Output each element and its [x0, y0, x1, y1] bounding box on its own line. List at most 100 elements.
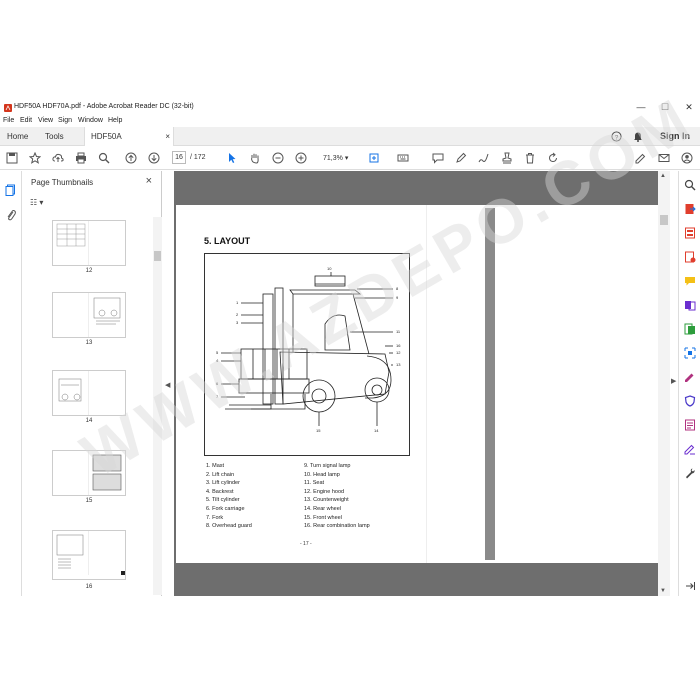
thumbnail-list: 12 13 14 15 16 [22, 217, 154, 595]
legend-item: 7. Fork [206, 514, 224, 521]
callout-8: 8 [396, 286, 399, 291]
legend-item: 5. Tilt cylinder [206, 497, 240, 504]
menu-view[interactable]: View [38, 117, 53, 124]
callout-13: 13 [396, 362, 401, 367]
highlight-pen-icon[interactable] [454, 151, 468, 165]
zoom-in-icon[interactable] [294, 151, 308, 165]
organize-pages-icon[interactable] [684, 322, 696, 335]
protect-shield-icon[interactable] [684, 394, 696, 407]
legend-item: 1. Mast [206, 463, 225, 469]
expand-pane-icon[interactable] [684, 579, 696, 591]
forklift-drawing [221, 272, 393, 426]
share-email-icon[interactable] [657, 151, 671, 165]
legend-item: 16. Rear combination lamp [304, 523, 370, 530]
export-pdf-icon[interactable] [684, 202, 696, 214]
document-scrollbar-thumb[interactable] [660, 215, 668, 225]
save-icon[interactable] [5, 151, 19, 165]
hand-tool-icon[interactable] [248, 151, 262, 165]
tab-home[interactable]: Home [7, 127, 28, 146]
thumbnail-left-half [53, 451, 89, 495]
draw-free-form-icon[interactable] [477, 151, 491, 165]
share-user-icon[interactable] [680, 151, 694, 165]
callout-14: 14 [374, 428, 379, 433]
thumbnail-page[interactable] [52, 450, 126, 496]
thumbnail-label: 14 [85, 418, 93, 424]
thumbnail-label: 12 [85, 268, 93, 274]
comment-tool-icon[interactable] [684, 274, 696, 286]
rotate-icon[interactable] [546, 151, 560, 165]
zoom-out-icon[interactable] [271, 151, 285, 165]
find-search-icon[interactable] [97, 151, 111, 165]
stamp-icon[interactable] [500, 151, 514, 165]
callout-12: 12 [396, 350, 401, 355]
maximize-button[interactable]: ☐ [658, 102, 672, 113]
search-tool-icon[interactable] [684, 178, 696, 191]
minimize-button[interactable]: — [634, 102, 648, 112]
callout-5: 5 [216, 350, 219, 355]
attachments-paperclip-icon[interactable] [5, 208, 17, 221]
tab-close-icon[interactable]: × [165, 127, 170, 146]
thumbnail-scrollbar-thumb[interactable] [154, 251, 161, 261]
menu-window[interactable]: Window [78, 117, 103, 124]
panel-title: Page Thumbnails [31, 178, 94, 187]
menu-help[interactable]: Help [108, 117, 122, 124]
scroll-down-arrow-icon[interactable]: ▼ [660, 588, 666, 594]
menu-file[interactable]: File [3, 117, 14, 124]
close-window-button[interactable]: ✕ [682, 102, 696, 113]
page-number-input[interactable]: 16 [172, 151, 186, 164]
menu-edit[interactable]: Edit [20, 117, 32, 124]
acrobat-window: HDF50A HDF70A.pdf - Adobe Acrobat Reader… [0, 84, 700, 596]
notifications-bell-icon[interactable] [633, 127, 643, 146]
thumbnail-options-icon[interactable]: ☷ ▾ [30, 198, 50, 210]
keyboard-icon[interactable] [396, 151, 410, 165]
help-icon[interactable]: ? [611, 127, 622, 146]
comment-icon[interactable] [431, 151, 445, 165]
pdf-app-icon [4, 104, 12, 112]
legend-item: 8. Overhead guard [206, 523, 252, 530]
page-total: / 172 [190, 154, 206, 161]
tab-document[interactable]: HDF50A HDF70A.p... × [84, 127, 174, 160]
tab-tools[interactable]: Tools [45, 127, 64, 146]
sign-in-button[interactable]: Sign In [660, 127, 690, 146]
next-page-icon[interactable] [147, 151, 161, 165]
fill-and-sign-icon[interactable] [684, 370, 696, 382]
scan-ocr-icon[interactable] [684, 346, 696, 359]
send-for-signature-icon[interactable] [684, 442, 696, 455]
legend-item: 14. Rear wheel [304, 505, 341, 512]
zoom-level-dropdown[interactable]: 71,3% ▾ [323, 154, 348, 162]
delete-trash-icon[interactable] [523, 151, 537, 165]
panel-close-icon[interactable]: × [146, 175, 152, 187]
page-thumbnails-panel: Page Thumbnails × ☷ ▾ 12 13 14 15 16 [22, 171, 162, 596]
page-number-footer: - 17 - [300, 541, 312, 547]
edit-pdf-icon[interactable] [684, 250, 696, 263]
callout-2: 2 [236, 312, 239, 317]
document-view[interactable]: 5. LAYOUT 1 2 3 5 4 6 7 10 8 9 11 16 12 … [174, 171, 658, 596]
previous-page-icon[interactable] [124, 151, 138, 165]
page-gutter [485, 208, 495, 560]
scroll-up-arrow-icon[interactable]: ▲ [660, 173, 666, 179]
thumbnail-right-half [90, 221, 126, 265]
right-panel-collapse[interactable]: ▶ [670, 171, 678, 596]
create-pdf-icon[interactable] [684, 226, 696, 239]
combine-files-icon[interactable] [684, 298, 696, 311]
upload-cloud-icon[interactable] [51, 151, 65, 165]
fit-page-icon[interactable] [367, 151, 381, 165]
print-icon[interactable] [74, 151, 88, 165]
left-panel-collapse[interactable]: ◀ [162, 171, 174, 596]
thumbnail-scrollbar[interactable] [153, 217, 162, 595]
document-scrollbar[interactable]: ▲ ▼ [658, 171, 670, 596]
page-thumbnails-icon[interactable] [5, 183, 17, 196]
legend-item: 4. Backrest [206, 488, 234, 495]
fill-sign-icon[interactable] [634, 151, 648, 165]
legend-left-column: 1. Mast 2. Lift chain 3. Lift cylinder 4… [206, 462, 252, 531]
more-tools-wrench-icon[interactable] [684, 466, 696, 479]
prepare-form-icon[interactable] [684, 418, 696, 431]
bookmark-star-icon[interactable] [28, 151, 42, 165]
pdf-page: 5. LAYOUT 1 2 3 5 4 6 7 10 8 9 11 16 12 … [176, 205, 658, 563]
thumbnail-page[interactable] [52, 292, 126, 338]
menu-sign[interactable]: Sign [58, 117, 72, 124]
select-pointer-icon[interactable] [225, 151, 239, 165]
thumbnail-page[interactable] [52, 220, 126, 266]
thumbnail-page-current[interactable] [52, 530, 126, 580]
thumbnail-page[interactable] [52, 370, 126, 416]
